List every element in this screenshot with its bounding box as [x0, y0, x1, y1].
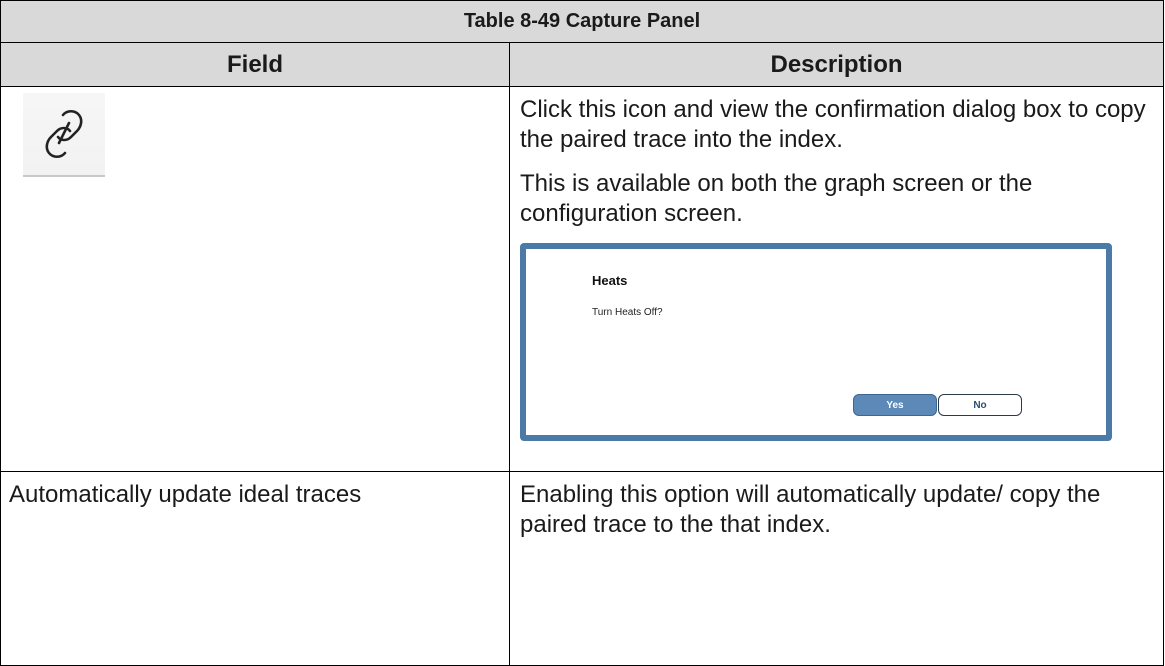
yes-button[interactable]: Yes	[853, 394, 937, 416]
column-header-field: Field	[0, 42, 510, 87]
no-button[interactable]: No	[938, 394, 1022, 416]
link-icon	[45, 109, 83, 159]
field-label: Automatically update ideal traces	[9, 481, 362, 508]
field-cell	[0, 86, 510, 472]
capture-panel-table: Table 8-49 Capture Panel Field Descripti…	[0, 0, 1165, 666]
description-paragraph: This is available on both the graph scre…	[520, 170, 1033, 227]
table-caption: Table 8-49 Capture Panel	[0, 0, 1165, 43]
description-cell: Enabling this option will automatically …	[508, 471, 1165, 666]
link-icon-tile	[23, 93, 105, 177]
table-row: Automatically update ideal traces Enabli…	[0, 471, 1165, 666]
dialog-title: Heats	[592, 273, 628, 288]
description-paragraph: Click this icon and view the confirmatio…	[520, 96, 1146, 153]
confirmation-dialog-screenshot: Heats Turn Heats Off? Yes No	[520, 243, 1112, 441]
dialog-message: Turn Heats Off?	[592, 307, 663, 318]
column-header-description: Description	[508, 42, 1165, 87]
description-cell: Click this icon and view the confirmatio…	[508, 86, 1165, 472]
field-cell: Automatically update ideal traces	[0, 471, 510, 666]
table-row: Click this icon and view the confirmatio…	[0, 86, 1165, 472]
description-paragraph: Enabling this option will automatically …	[520, 481, 1101, 538]
